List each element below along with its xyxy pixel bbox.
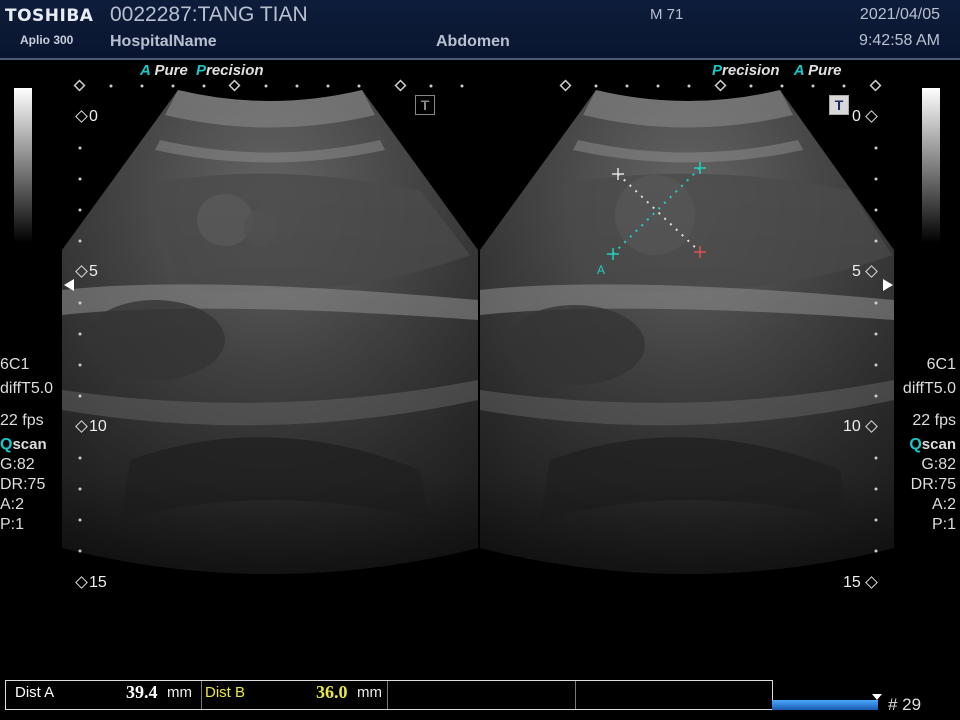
right-ultrasound-image bbox=[480, 90, 894, 574]
left-mode-a: A bbox=[140, 62, 151, 79]
gain-value: G:82 bbox=[0, 456, 35, 473]
frame-rate: 22 fps bbox=[912, 412, 956, 429]
dist-a-unit: mm bbox=[167, 684, 192, 701]
cine-position-marker[interactable] bbox=[872, 694, 882, 700]
transducer-name: 6C1 bbox=[926, 356, 956, 373]
left-mode-label: A Pure Precision bbox=[140, 62, 264, 79]
frame-rate: 22 fps bbox=[0, 412, 44, 429]
right-depth-0: 0 bbox=[852, 108, 879, 126]
left-depth-15: 15 bbox=[75, 574, 107, 592]
frame-counter: # 29 bbox=[888, 695, 922, 714]
left-ultrasound-image bbox=[62, 90, 478, 574]
gain-value: G:82 bbox=[921, 456, 956, 473]
right-depth-15: 15 bbox=[843, 574, 879, 592]
right-depth-5: 5 bbox=[852, 263, 879, 281]
a-value: A:2 bbox=[0, 496, 25, 513]
right-mode-p: P bbox=[712, 62, 723, 79]
left-depth-10: 10 bbox=[75, 418, 107, 436]
dist-b-unit: mm bbox=[357, 684, 382, 701]
qscan-label: Qscan bbox=[909, 436, 956, 453]
p-value: P:1 bbox=[931, 516, 956, 533]
caliper-a-label: A bbox=[597, 263, 606, 277]
a-value: A:2 bbox=[931, 496, 956, 513]
right-t-badge-active[interactable]: T bbox=[829, 95, 849, 115]
dynamic-range-value: DR:75 bbox=[0, 476, 46, 493]
ultrasound-display bbox=[62, 79, 894, 574]
dist-a-value: 39.4 bbox=[126, 682, 158, 702]
right-mode-pure: Pure bbox=[808, 62, 842, 79]
right-grayscale-bar bbox=[922, 88, 940, 243]
dist-b-label: Dist B bbox=[205, 684, 246, 701]
measurement-slot-3 bbox=[387, 681, 576, 709]
left-mode-pure: Pure bbox=[154, 62, 188, 79]
measurement-bar: Dist A 39.4 mm Dist B 36.0 mm bbox=[5, 680, 773, 710]
right-mode-precision: recision bbox=[722, 62, 780, 79]
cine-progress-bar[interactable] bbox=[772, 700, 878, 710]
measurement-dist-a[interactable]: Dist A 39.4 mm bbox=[6, 681, 202, 709]
transducer-name: 6C1 bbox=[0, 356, 30, 373]
dist-a-label: Dist A bbox=[15, 684, 55, 701]
right-mode-a: A bbox=[793, 62, 804, 79]
left-mode-p: P bbox=[195, 62, 206, 79]
left-t-badge[interactable]: T bbox=[415, 95, 435, 115]
left-param-panel: 6C1 diffT5.0 22 fps Qscan G:82 DR:75 A:2… bbox=[0, 355, 53, 535]
preset-name: diffT5.0 bbox=[0, 380, 54, 397]
left-mode-precision: recision bbox=[206, 62, 264, 79]
left-depth-5: 5 bbox=[75, 263, 98, 281]
dist-b-value: 36.0 bbox=[316, 682, 348, 702]
preset-name: diffT5.0 bbox=[902, 380, 956, 397]
right-depth-10: 10 bbox=[843, 418, 879, 436]
left-depth-0: 0 bbox=[75, 108, 98, 126]
right-mode-label: Precision A Pure bbox=[712, 62, 842, 79]
left-grayscale-bar bbox=[14, 88, 32, 243]
lateral-scale bbox=[73, 79, 882, 92]
right-param-panel: 6C1 diffT5.0 22 fps Qscan G:82 DR:75 A:2… bbox=[903, 355, 956, 535]
p-value: P:1 bbox=[0, 516, 25, 533]
measurement-dist-b[interactable]: Dist B 36.0 mm bbox=[201, 681, 388, 709]
qscan-label: Qscan bbox=[0, 436, 47, 453]
dynamic-range-value: DR:75 bbox=[910, 476, 956, 493]
